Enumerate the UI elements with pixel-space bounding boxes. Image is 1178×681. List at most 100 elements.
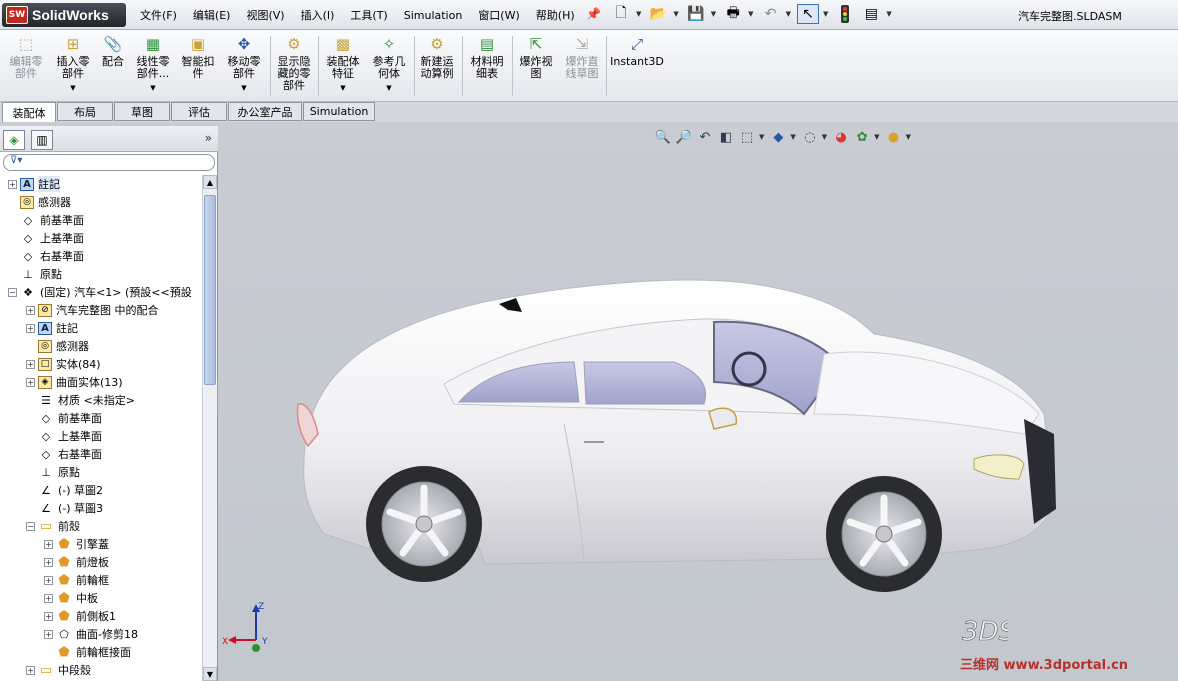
linear-pattern-button[interactable]: ▦ 线性零 部件... ▼ (132, 34, 174, 94)
chevron-down-icon[interactable]: ▼ (340, 82, 345, 94)
smart-fasteners-button[interactable]: ▣ 智能扣 件 (178, 34, 218, 80)
menu-tools[interactable]: 工具(T) (342, 7, 395, 23)
bill-of-materials-button[interactable]: ▤ 材料明 细表 (466, 34, 508, 80)
tree-item[interactable]: + □ 实体(84) (0, 355, 202, 373)
menu-window[interactable]: 窗口(W) (470, 7, 527, 23)
zoom-to-fit-icon[interactable]: 🔍 (654, 128, 672, 146)
apply-scene-icon[interactable]: ✿ (853, 128, 871, 146)
tab-simulation[interactable]: Simulation (303, 102, 375, 121)
display-style-icon[interactable]: ◆ (769, 128, 787, 146)
tree-item[interactable]: ◇ 上基準面 (0, 229, 202, 247)
tree-item[interactable]: ⬟ 前輪框接面 (0, 643, 202, 661)
expand-icon[interactable]: + (26, 359, 35, 369)
tab-evaluate[interactable]: 评估 (171, 102, 227, 121)
tree-item[interactable]: ◇ 前基準面 (0, 211, 202, 229)
tree-item[interactable]: + ⬟ 前燈板 (0, 553, 202, 571)
tree-item[interactable]: + A 註記 (0, 175, 202, 193)
menu-file[interactable]: 文件(F) (132, 7, 185, 23)
print-icon[interactable]: 🖶 (722, 4, 744, 24)
chevron-down-icon[interactable]: ▼ (711, 10, 716, 18)
assembly-features-button[interactable]: ▩ 装配体 特征 ▼ (322, 34, 364, 94)
chevron-down-icon[interactable]: ▼ (748, 10, 753, 18)
tree-item[interactable]: ◇ 右基準面 (0, 247, 202, 265)
chevron-down-icon[interactable]: ▼ (790, 133, 795, 141)
graphics-area[interactable]: 🔍 🔎 ↶ ◧ ⬚ ▼ ◆ ▼ ◌ ▼ ◕ ✿ ▼ ● ▼ Z X Y 3D 三… (218, 122, 1178, 681)
expand-icon[interactable]: + (44, 557, 53, 567)
menu-edit[interactable]: 编辑(E) (185, 7, 239, 23)
tree-item[interactable]: ◎ 感测器 (0, 337, 202, 355)
menu-insert[interactable]: 插入(I) (293, 7, 343, 23)
tree-item[interactable]: − ▭ 前殼 (0, 517, 202, 535)
chevron-down-icon[interactable]: ▼ (822, 133, 827, 141)
tab-assembly[interactable]: 装配体 (2, 102, 56, 122)
expand-icon[interactable]: + (44, 593, 53, 603)
expand-icon[interactable]: + (8, 179, 17, 189)
section-view-icon[interactable]: ◧ (717, 128, 735, 146)
tree-item[interactable]: + A 註記 (0, 319, 202, 337)
exploded-view-button[interactable]: ⇱ 爆炸视 图 (514, 34, 558, 80)
tree-item[interactable]: ∠ (-) 草圖3 (0, 499, 202, 517)
menu-simulation[interactable]: Simulation (396, 9, 471, 22)
tab-sketch[interactable]: 草图 (114, 102, 170, 121)
chevron-down-icon[interactable]: ▼ (906, 133, 911, 141)
previous-view-icon[interactable]: ↶ (696, 128, 714, 146)
chevron-down-icon[interactable]: ▼ (786, 10, 791, 18)
explode-line-sketch-button[interactable]: ⇲ 爆炸直 线草图 (560, 34, 604, 80)
tree-item[interactable]: + ⬟ 前側板1 (0, 607, 202, 625)
expand-icon[interactable]: + (44, 611, 53, 621)
new-motion-study-button[interactable]: ⚙ 新建运 动算例 (416, 34, 458, 80)
view-settings-icon[interactable]: ● (885, 128, 903, 146)
scroll-up-icon[interactable]: ▲ (203, 175, 217, 189)
tree-item[interactable]: + ⬟ 引擎蓋 (0, 535, 202, 553)
tree-item[interactable]: + ⬟ 前輪框 (0, 571, 202, 589)
expand-icon[interactable]: + (44, 539, 53, 549)
solidworks-logo[interactable]: SW SolidWorks (2, 3, 126, 27)
feature-manager-tab[interactable]: ◈ (3, 130, 25, 150)
menu-help[interactable]: 帮助(H) (528, 7, 583, 23)
chevron-down-icon[interactable]: ▼ (241, 82, 246, 94)
new-document-icon[interactable]: 🗋 (610, 4, 632, 24)
chevron-down-icon[interactable]: ▼ (386, 82, 391, 94)
chevron-down-icon[interactable]: ▼ (874, 133, 879, 141)
tree-item[interactable]: ◎ 感测器 (0, 193, 202, 211)
tree-item[interactable]: + ⊘ 汽车完整图 中的配合 (0, 301, 202, 319)
pin-menu-icon[interactable]: 📌 (586, 7, 601, 21)
expand-icon[interactable]: + (26, 305, 35, 315)
chevron-down-icon[interactable]: ▼ (673, 10, 678, 18)
chevron-down-icon[interactable]: ▼ (70, 82, 75, 94)
expand-icon[interactable]: + (26, 665, 35, 675)
tree-item[interactable]: + ⬠ 曲面-修剪18 (0, 625, 202, 643)
tree-item[interactable]: ◇ 前基準面 (0, 409, 202, 427)
collapse-icon[interactable]: − (8, 287, 17, 297)
instant3d-button[interactable]: ⤢ Instant3D (610, 34, 664, 68)
traffic-light-icon[interactable] (834, 4, 856, 24)
show-hidden-components-button[interactable]: ⚙ 显示隐 藏的零 部件 (274, 34, 314, 92)
chevron-down-icon[interactable]: ▼ (150, 82, 155, 94)
tree-item[interactable]: ☰ 材质 <未指定> (0, 391, 202, 409)
select-arrow-icon[interactable]: ↖ (796, 4, 819, 24)
mate-button[interactable]: 📎 配合 (98, 34, 128, 68)
edit-appearance-icon[interactable]: ◕ (832, 128, 850, 146)
scroll-thumb[interactable] (204, 195, 216, 385)
tree-item[interactable]: ◇ 右基準面 (0, 445, 202, 463)
chevron-down-icon[interactable]: ▼ (886, 10, 891, 18)
menu-view[interactable]: 视图(V) (238, 7, 292, 23)
chevron-down-icon[interactable]: ▼ (759, 133, 764, 141)
expand-icon[interactable]: + (26, 323, 35, 333)
reference-geometry-button[interactable]: ✧ 参考几 何体 ▼ (368, 34, 410, 94)
tree-item[interactable]: − ❖ (固定) 汽车<1> (預設<<預設 (0, 283, 202, 301)
open-folder-icon[interactable]: 📂 (647, 4, 669, 24)
tab-layout[interactable]: 布局 (57, 102, 113, 121)
move-component-button[interactable]: ✥ 移动零 部件 ▼ (222, 34, 266, 94)
expand-icon[interactable]: + (44, 575, 53, 585)
property-manager-tab[interactable]: ▥ (31, 130, 53, 150)
tree-filter[interactable]: ⊽▾ (3, 154, 215, 171)
zoom-to-area-icon[interactable]: 🔎 (675, 128, 693, 146)
collapse-icon[interactable]: − (26, 521, 35, 531)
insert-component-button[interactable]: ⊞ 插入零 部件 ▼ (52, 34, 94, 94)
tree-item[interactable]: + ⬟ 中板 (0, 589, 202, 607)
tree-item[interactable]: + ▭ 中段殼 (0, 661, 202, 679)
tree-item[interactable]: ⊥ 原點 (0, 463, 202, 481)
tree-item[interactable]: ∠ (-) 草圖2 (0, 481, 202, 499)
expand-icon[interactable]: + (26, 377, 35, 387)
